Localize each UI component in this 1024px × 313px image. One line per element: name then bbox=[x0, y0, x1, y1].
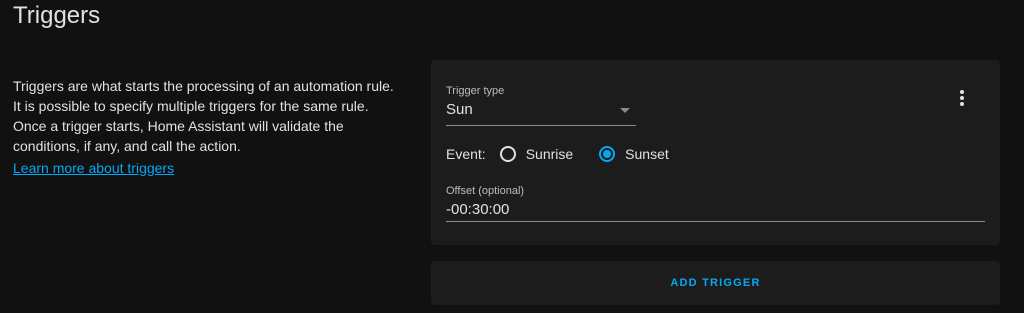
trigger-menu-button[interactable] bbox=[950, 86, 974, 110]
event-radio-group: Event: Sunrise Sunset bbox=[446, 142, 695, 166]
radio-checked-icon[interactable] bbox=[599, 146, 616, 162]
add-trigger-label: ADD TRIGGER bbox=[670, 277, 761, 289]
section-title: Triggers bbox=[13, 2, 101, 29]
trigger-type-underline bbox=[446, 125, 636, 126]
radio-option-sunrise[interactable]: Sunrise bbox=[499, 146, 574, 162]
trigger-type-value: Sun bbox=[446, 101, 473, 118]
radio-dot bbox=[603, 150, 612, 158]
triggers-page: Triggers Triggers are what starts the pr… bbox=[0, 0, 1024, 313]
event-label: Event: bbox=[446, 146, 486, 162]
trigger-card: Trigger type Sun Event: Sunrise Sunset O… bbox=[431, 60, 1000, 245]
offset-underline bbox=[446, 221, 985, 222]
offset-label: Offset (optional) bbox=[446, 185, 525, 197]
intro-text: Triggers are what starts the processing … bbox=[13, 78, 394, 154]
offset-value[interactable]: -00:30:00 bbox=[446, 200, 985, 220]
radio-option-sunset[interactable]: Sunset bbox=[599, 146, 669, 162]
dots-vertical-icon bbox=[960, 90, 964, 106]
add-trigger-button[interactable]: ADD TRIGGER bbox=[431, 261, 1000, 305]
dropdown-arrow-icon bbox=[620, 108, 630, 113]
offset-input[interactable]: Offset (optional) -00:30:00 bbox=[446, 184, 985, 222]
intro-description: Triggers are what starts the processing … bbox=[13, 76, 398, 178]
trigger-type-label: Trigger type bbox=[446, 85, 505, 97]
trigger-type-select[interactable]: Trigger type Sun bbox=[446, 84, 636, 126]
radio-unchecked-icon[interactable] bbox=[499, 146, 516, 162]
radio-label-sunset: Sunset bbox=[625, 146, 669, 162]
learn-more-link[interactable]: Learn more about triggers bbox=[13, 158, 174, 178]
radio-label-sunrise: Sunrise bbox=[525, 146, 574, 162]
